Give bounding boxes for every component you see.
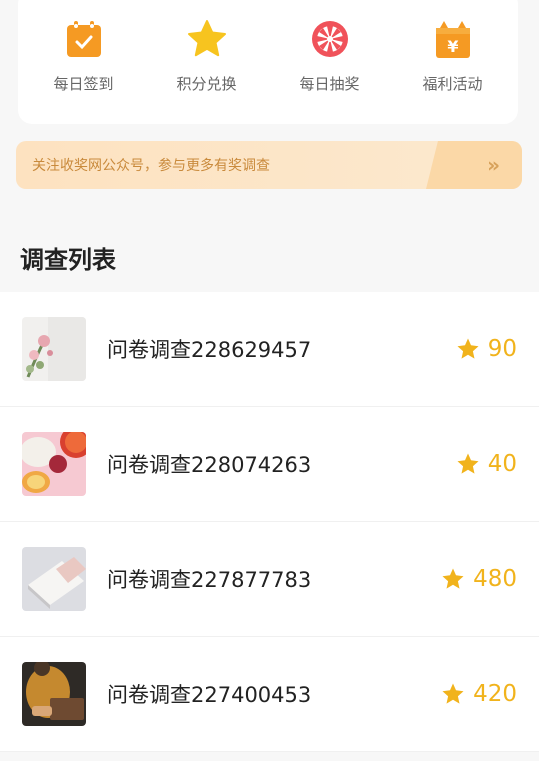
notebooks-thumbnail <box>22 547 86 611</box>
follow-official-account-banner[interactable]: 关注收奖网公众号，参与更多有奖调查 » <box>16 141 522 189</box>
quick-item-label: 每日抽奖 <box>299 75 360 93</box>
star-icon <box>442 568 464 589</box>
star-icon <box>185 17 229 61</box>
flowers-thumbnail <box>22 317 86 381</box>
star-icon <box>457 338 479 359</box>
quick-item-label: 每日签到 <box>53 75 114 93</box>
quick-item-welfare[interactable]: ¥ 福利活动 <box>398 17 508 94</box>
person-laptop-thumbnail <box>22 662 86 726</box>
quick-menu-card: 每日签到 积分兑换 每日抽奖 ¥ 福利活动 <box>18 0 518 124</box>
survey-list: 问卷调查228629457 90 问卷调查228074263 40 问卷调查22… <box>0 292 539 752</box>
survey-title: 问卷调查228629457 <box>107 338 312 362</box>
quick-item-lottery[interactable]: 每日抽奖 <box>275 17 385 94</box>
fruit-thumbnail <box>22 432 86 496</box>
points-value: 90 <box>487 336 517 362</box>
points-value: 40 <box>487 451 517 477</box>
survey-row[interactable]: 问卷调查227877783 480 <box>0 522 539 637</box>
double-chevron-right-icon: » <box>487 153 500 177</box>
survey-row[interactable]: 问卷调查228074263 40 <box>0 407 539 522</box>
quick-item-points-exchange[interactable]: 积分兑换 <box>152 17 262 94</box>
quick-item-label: 福利活动 <box>422 75 483 93</box>
survey-title: 问卷调查227400453 <box>107 683 312 707</box>
points-value: 480 <box>473 566 517 592</box>
section-title: 调查列表 <box>20 246 116 274</box>
calendar-check-icon <box>62 17 106 61</box>
survey-points: 40 <box>456 451 517 477</box>
banner-text: 关注收奖网公众号，参与更多有奖调查 <box>32 158 270 174</box>
points-value: 420 <box>473 681 517 707</box>
gift-yen-icon: ¥ <box>431 17 475 61</box>
survey-row[interactable]: 问卷调查227400453 420 <box>0 637 539 752</box>
quick-item-checkin[interactable]: 每日签到 <box>29 17 139 94</box>
star-icon <box>442 683 464 704</box>
survey-points: 480 <box>441 566 517 592</box>
banner-decoration <box>426 141 522 189</box>
lottery-wheel-icon <box>308 17 352 61</box>
survey-title: 问卷调查228074263 <box>107 453 312 477</box>
survey-points: 420 <box>441 681 517 707</box>
quick-item-label: 积分兑换 <box>176 75 237 93</box>
survey-title: 问卷调查227877783 <box>107 568 312 592</box>
survey-row[interactable]: 问卷调查228629457 90 <box>0 292 539 407</box>
star-icon <box>457 453 479 474</box>
survey-points: 90 <box>456 336 517 362</box>
svg-text:¥: ¥ <box>447 37 458 56</box>
